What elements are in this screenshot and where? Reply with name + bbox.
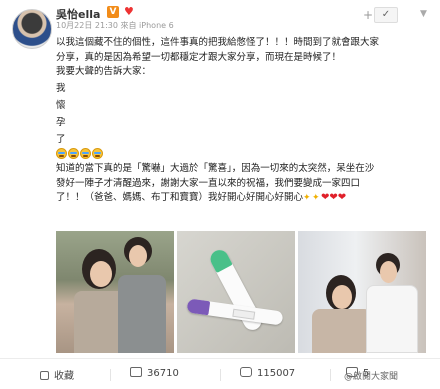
post-meta: 10月22日 21:30 來自 iPhone 6: [56, 20, 174, 31]
text-line-with-icons: 了！！（爸爸、媽媽、布丁和寶寶）我好開心好開心好開心✦✦❤❤❤: [56, 191, 432, 206]
comment-icon: [240, 367, 252, 377]
text-line: 分享，真的是因為希望一切都穩定才跟大家分享，而現在是時候了！: [56, 51, 342, 63]
tears-of-joy-emoji-icon: [80, 147, 91, 159]
avatar[interactable]: [12, 9, 52, 49]
divider: [220, 369, 221, 381]
divider: [110, 369, 111, 381]
heart-icon: ❤: [337, 192, 347, 203]
sparkle-icon: ✦: [312, 193, 320, 203]
text-line: 我要大聲的告訴大家：: [56, 66, 152, 77]
heart-badge-icon: ♥: [124, 5, 134, 18]
vertical-char: 懷: [56, 99, 66, 111]
source: 來自 iPhone 6: [120, 21, 174, 30]
tears-of-joy-emoji-icon: [92, 147, 103, 159]
photo-pregnancy-tests[interactable]: [177, 231, 295, 353]
heart-icon: ❤: [329, 192, 338, 203]
favorite-icon: [40, 371, 49, 380]
sparkle-icon: ✦: [303, 193, 311, 203]
watermark: @啟閱大家聞: [344, 372, 399, 382]
comment-count: 115007: [257, 368, 296, 379]
vertical-char: 我: [56, 82, 66, 94]
follow-button[interactable]: ✓: [374, 7, 398, 23]
text-line: 知道的當下真的是「驚嚇」大過於「驚喜」，因為一切來的太突然，呆坐在沙: [56, 163, 375, 174]
emoji-row: [56, 147, 432, 163]
vertical-char: 孕: [56, 116, 66, 128]
share-icon: [130, 367, 142, 377]
follow-plus[interactable]: +: [363, 8, 373, 22]
vip-badge: V: [107, 6, 119, 18]
post-text: 以我這個藏不住的個性，這件事真的把我給憋怪了！！！時間到了就會跟大家 分享，真的…: [56, 36, 432, 206]
photo-couple-kitchen[interactable]: [298, 231, 426, 353]
share-button[interactable]: 36710: [130, 367, 179, 379]
chevron-down-icon[interactable]: ▼: [420, 9, 427, 19]
tears-of-joy-emoji-icon: [68, 147, 79, 159]
text-line: 發好一陣子才清醒過來，謝謝大家一直以來的祝福，我們要變成一家四口: [56, 177, 361, 189]
weibo-post: 吳怡ella V ♥ + ✓ ▼ 10月22日 21:30 來自 iPhone …: [0, 0, 440, 389]
timestamp: 10月22日 21:30: [56, 21, 118, 30]
share-count: 36710: [147, 368, 179, 379]
favorite-label: 收藏: [54, 371, 74, 382]
tears-of-joy-emoji-icon: [56, 147, 67, 159]
text-segment: 了！！（爸爸、媽媽、布丁和寶寶）我好開心好開心好開心: [56, 192, 304, 203]
favorite-button[interactable]: 收藏: [40, 367, 74, 382]
divider: [330, 369, 331, 381]
text-line: 以我這個藏不住的個性，這件事真的把我給憋怪了！！！時間到了就會跟大家: [56, 37, 380, 48]
comment-button[interactable]: 115007: [240, 367, 295, 379]
vertical-char: 了: [56, 133, 66, 145]
photo-couple-hug[interactable]: [56, 231, 174, 353]
photo-grid: [56, 231, 426, 353]
